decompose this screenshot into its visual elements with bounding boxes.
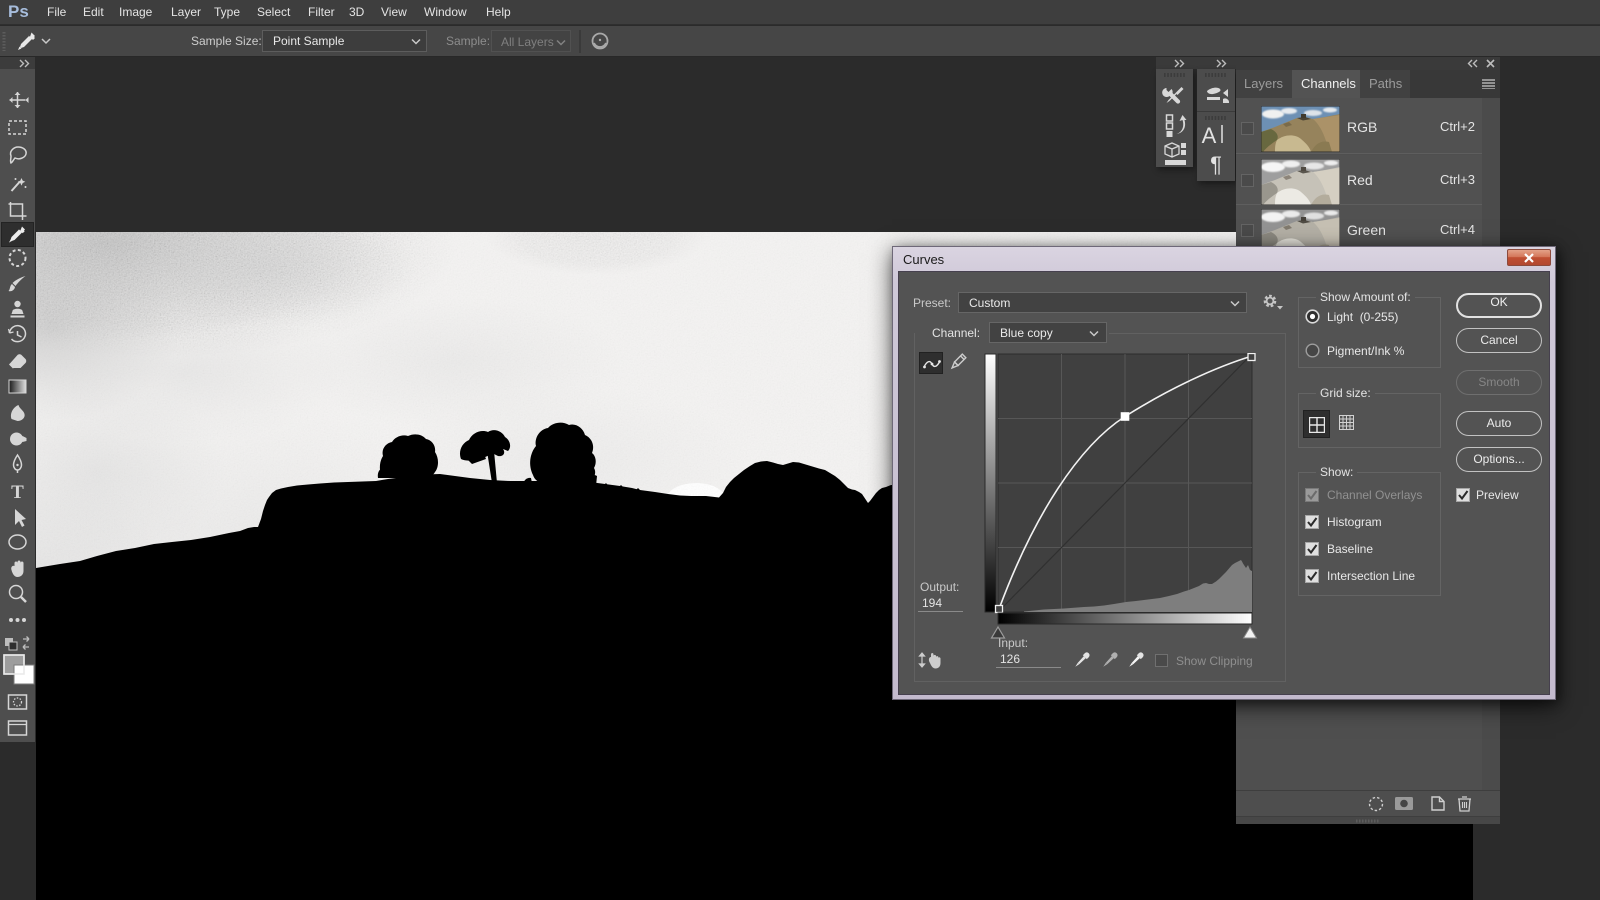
svg-text:T: T [11,482,24,503]
svg-text:¶: ¶ [1210,152,1222,177]
svg-text:A: A [1202,123,1217,148]
